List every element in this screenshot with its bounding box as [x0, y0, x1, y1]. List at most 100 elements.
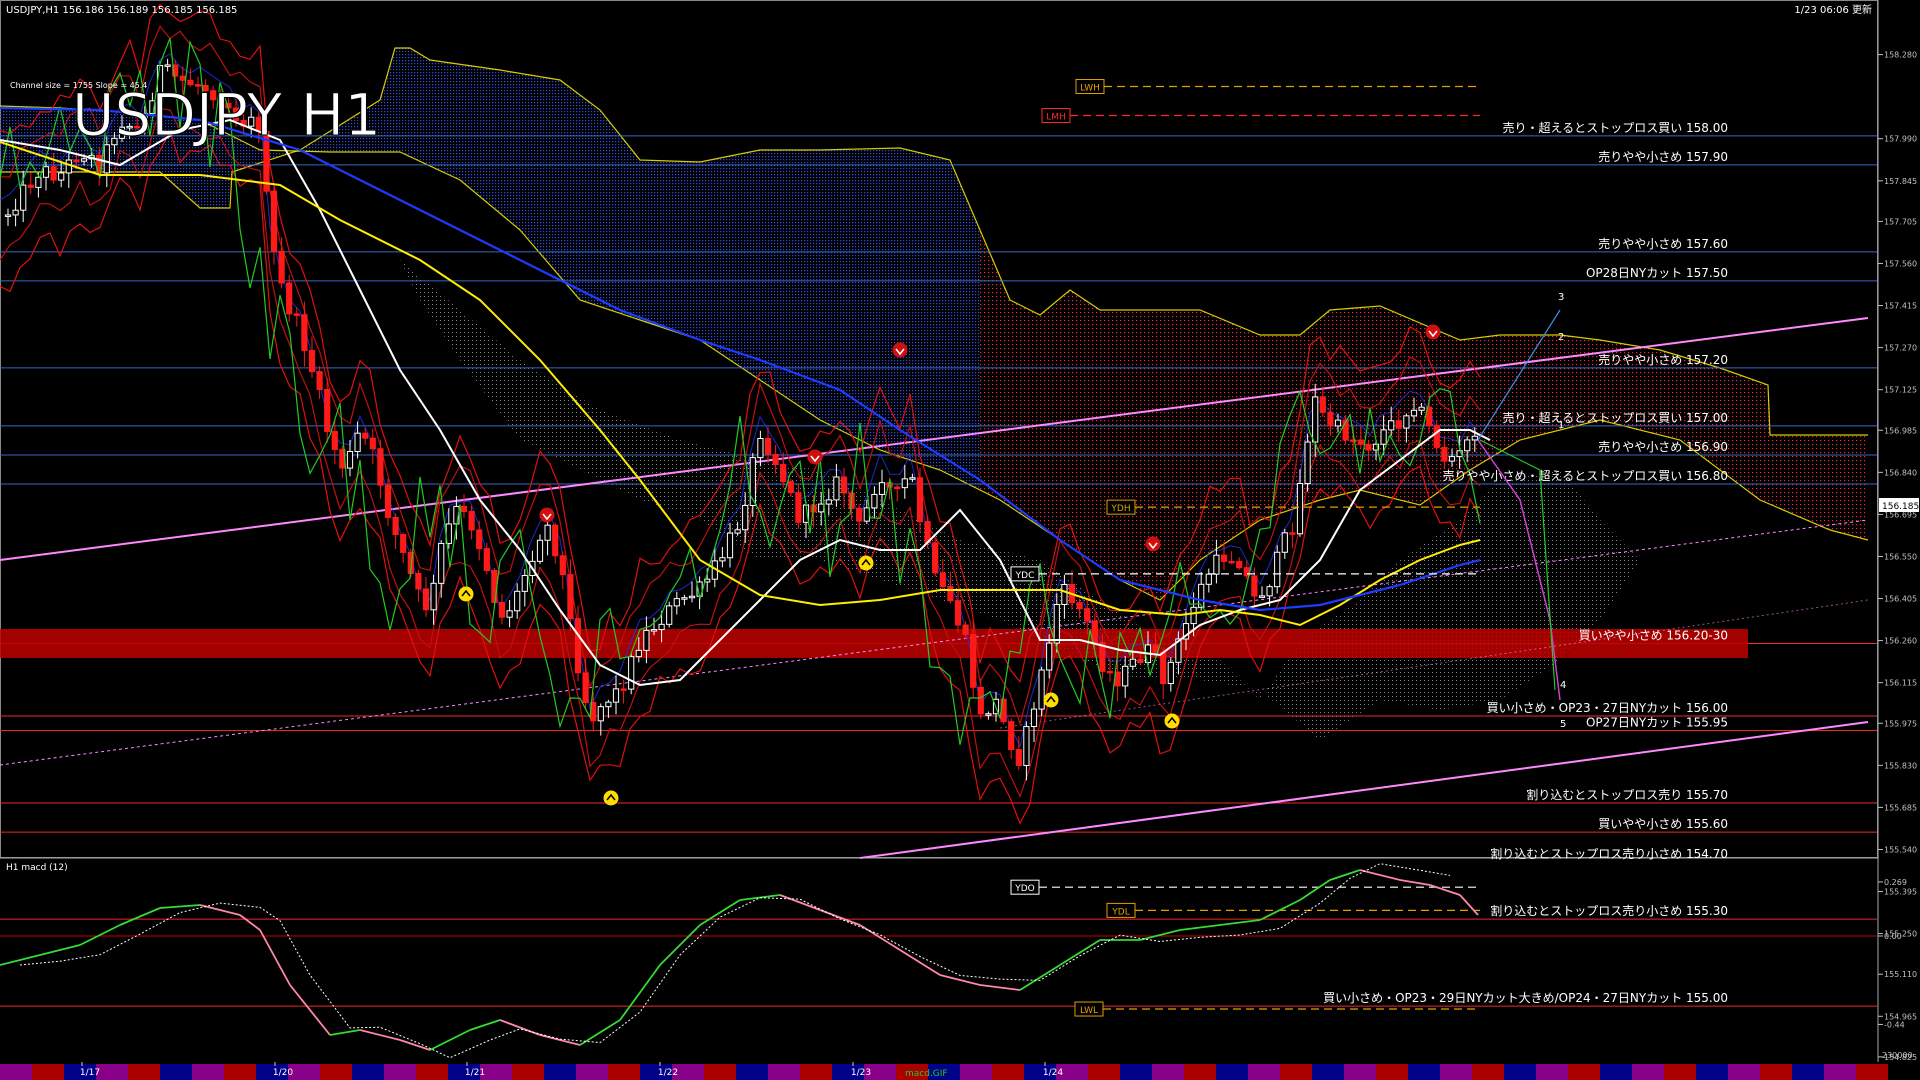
- date-label-2: 1/21: [465, 1068, 485, 1078]
- candle-body: [628, 656, 635, 690]
- level-label-1: 売りやや小さめ 157.90: [1598, 149, 1728, 164]
- candle-body: [308, 350, 316, 373]
- fractal-up-marker-0: [892, 342, 908, 358]
- level-label-9: 買い小さめ・OP23・27日NYカット 156.00: [1487, 701, 1728, 715]
- candle-body: [734, 529, 741, 534]
- level-label-5: 売り・超えるとストップロス買い 157.00: [1503, 410, 1728, 425]
- candle-body: [476, 529, 483, 550]
- ref-box-label-6: LWL: [1080, 1006, 1098, 1016]
- date-strip-block: [1504, 1064, 1536, 1080]
- candle-body: [346, 451, 354, 469]
- price-tick-label-13: 156.260: [1884, 637, 1917, 646]
- date-strip-block: [1248, 1064, 1280, 1080]
- date-strip-block: [992, 1064, 1024, 1080]
- candle-body: [1205, 573, 1212, 585]
- candle-body: [1190, 606, 1197, 625]
- candle-body: [939, 572, 946, 588]
- level-label-0: 売り・超えるとストップロス買い 158.00: [1503, 120, 1728, 135]
- candle-body: [552, 524, 559, 557]
- date-strip-block: [1856, 1064, 1888, 1080]
- buy-zone-rect: [0, 628, 1748, 659]
- candle-body: [666, 605, 673, 625]
- date-strip-block: [160, 1064, 192, 1080]
- date-strip-block: [384, 1064, 416, 1080]
- candle-body: [1015, 749, 1022, 766]
- level-label-12: 買いやや小さめ 155.60: [1598, 817, 1728, 831]
- candle-body: [795, 492, 802, 523]
- date-strip-block: [96, 1064, 128, 1080]
- candle-body: [384, 484, 392, 518]
- ref-box-label-4: YDO: [1014, 884, 1035, 894]
- date-strip-block: [1696, 1064, 1728, 1080]
- candle-body: [1106, 670, 1114, 674]
- price-tick-label-12: 156.405: [1884, 595, 1917, 604]
- candle-body: [635, 649, 642, 658]
- symbol-info: USDJPY,H1 156.186 156.189 156.185 156.18…: [6, 5, 237, 16]
- ref-box-label-0: LWH: [1080, 84, 1100, 94]
- price-tick-label-6: 157.270: [1884, 344, 1917, 353]
- candle-body: [901, 478, 908, 489]
- price-tick-label-9: 156.840: [1884, 468, 1917, 477]
- candle-body: [400, 534, 407, 553]
- level-label-14: 買い小さめ・OP23・29日NYカット大きめ/OP24・27日NYカット 155…: [1323, 991, 1728, 1005]
- candle-body: [1365, 443, 1372, 451]
- price-tick-label-3: 157.705: [1884, 217, 1917, 226]
- date-strip-block: [1568, 1064, 1600, 1080]
- date-strip-block: [1312, 1064, 1344, 1080]
- candle-body: [1160, 651, 1167, 685]
- candle-body: [764, 438, 772, 455]
- price-tick-label-11: 156.550: [1884, 552, 1917, 561]
- candle-body: [909, 477, 916, 480]
- date-strip-block: [224, 1064, 256, 1080]
- candle-body: [1046, 642, 1053, 671]
- candle-body: [612, 688, 620, 703]
- candle-body: [878, 482, 886, 495]
- date-strip-block: [1344, 1064, 1376, 1080]
- level-label-2: 売りやや小さめ 157.60: [1598, 236, 1728, 251]
- date-strip-block: [1280, 1064, 1312, 1080]
- date-strip-block: [1152, 1064, 1184, 1080]
- buy-zone-band: [0, 628, 1748, 659]
- macd-label: H1 macd (12): [6, 863, 68, 873]
- fractal-down-marker-2: [858, 555, 874, 571]
- candle-body: [567, 574, 574, 620]
- candle-body: [825, 499, 832, 505]
- date-strip-block: [1536, 1064, 1568, 1080]
- candle-body: [673, 598, 680, 607]
- candle-body: [1167, 661, 1174, 685]
- candle-body: [916, 477, 924, 523]
- wave-label-3: 4: [1560, 680, 1566, 691]
- candle-body: [954, 600, 962, 626]
- candle-body: [894, 486, 901, 490]
- candle-body: [1319, 396, 1326, 413]
- date-strip-block: [1824, 1064, 1856, 1080]
- candle-body: [438, 542, 445, 584]
- candle-body: [650, 629, 658, 632]
- candle: [932, 538, 939, 577]
- price-tick-label-17: 155.685: [1884, 803, 1917, 812]
- candle: [628, 652, 635, 695]
- date-strip-block: [1440, 1064, 1472, 1080]
- date-strip-block: [192, 1064, 224, 1080]
- candle-body: [643, 629, 650, 651]
- candle-body: [50, 166, 57, 181]
- candle-body: [331, 430, 338, 450]
- ref-box-label-1: LMH: [1046, 113, 1066, 123]
- candle-body: [1464, 439, 1471, 452]
- candle-body: [1395, 420, 1402, 429]
- price-chart[interactable]: LWH LMH YDH YDC YDO YDL LWL 売り・超えるとストップロス買い 15…: [0, 0, 1920, 1080]
- candle-body: [856, 507, 863, 522]
- price-tick-label-7: 157.125: [1884, 386, 1917, 395]
- price-tick-label-18: 155.540: [1884, 845, 1917, 854]
- candle-body: [658, 623, 665, 631]
- current-price-label: 156.185: [1882, 502, 1919, 512]
- candle-body: [1296, 483, 1304, 535]
- candle-body: [1403, 415, 1410, 429]
- candle-body: [301, 314, 308, 352]
- price-tick-label-4: 157.560: [1884, 259, 1917, 268]
- date-strip-block: [1600, 1064, 1632, 1080]
- candle-body: [559, 555, 566, 576]
- candle-body: [483, 548, 490, 572]
- date-strip-block: [1728, 1064, 1760, 1080]
- date-strip-block: [1088, 1064, 1120, 1080]
